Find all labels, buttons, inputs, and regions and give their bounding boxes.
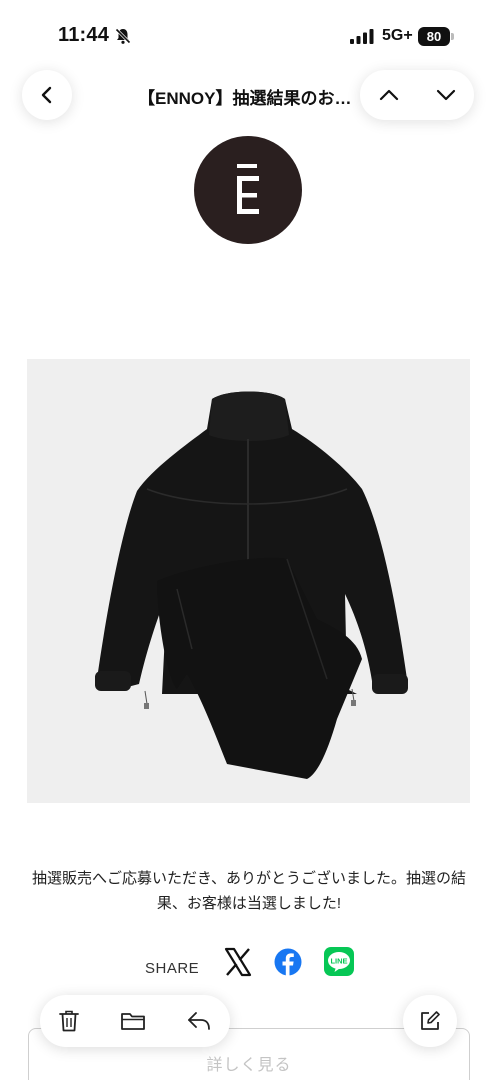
x-icon[interactable] xyxy=(224,947,252,977)
message-nav xyxy=(360,70,474,120)
battery-cap xyxy=(451,33,454,40)
status-bar: 11:44 5G+ 80 xyxy=(0,0,498,70)
chevron-left-icon xyxy=(41,86,52,104)
compose-icon xyxy=(421,1011,440,1030)
mail-action-toolbar xyxy=(40,995,230,1047)
share-label: SHARE xyxy=(145,960,200,977)
back-button[interactable] xyxy=(22,70,72,120)
chevron-down-icon xyxy=(436,89,455,101)
line-icon[interactable]: LINE xyxy=(324,947,354,976)
next-message-button[interactable] xyxy=(417,70,474,120)
battery-indicator: 80 xyxy=(418,27,450,46)
folder-icon xyxy=(121,1013,145,1030)
mail-header: 【ENNOY】抽選結果のお… xyxy=(0,66,498,126)
view-details-label: 詳しく見る xyxy=(206,1057,292,1074)
chevron-up-icon xyxy=(379,89,398,101)
bell-slash-icon xyxy=(115,28,131,44)
trash-icon xyxy=(59,1010,79,1032)
reply-icon xyxy=(188,1012,210,1030)
reply-button[interactable] xyxy=(183,1005,215,1037)
network-type: 5G+ xyxy=(382,27,413,44)
compose-button[interactable] xyxy=(403,995,457,1047)
jacket-pants-illustration xyxy=(95,391,408,779)
move-to-folder-button[interactable] xyxy=(117,1005,149,1037)
mail-subject-title: 【ENNOY】抽選結果のお… xyxy=(138,89,352,108)
status-time: 11:44 xyxy=(58,24,110,46)
facebook-icon[interactable] xyxy=(274,948,302,976)
signal-icon xyxy=(350,29,374,44)
product-image[interactable] xyxy=(27,359,470,803)
ennoy-logo xyxy=(194,136,302,244)
result-message: 抽選販売へご応募いただき、ありがとうございました。抽選の結果、お客様は当選しまし… xyxy=(32,870,466,912)
previous-message-button[interactable] xyxy=(360,70,417,120)
line-icon-text: LINE xyxy=(330,957,347,966)
delete-button[interactable] xyxy=(53,1005,85,1037)
ennoy-logo-mark xyxy=(237,164,259,214)
